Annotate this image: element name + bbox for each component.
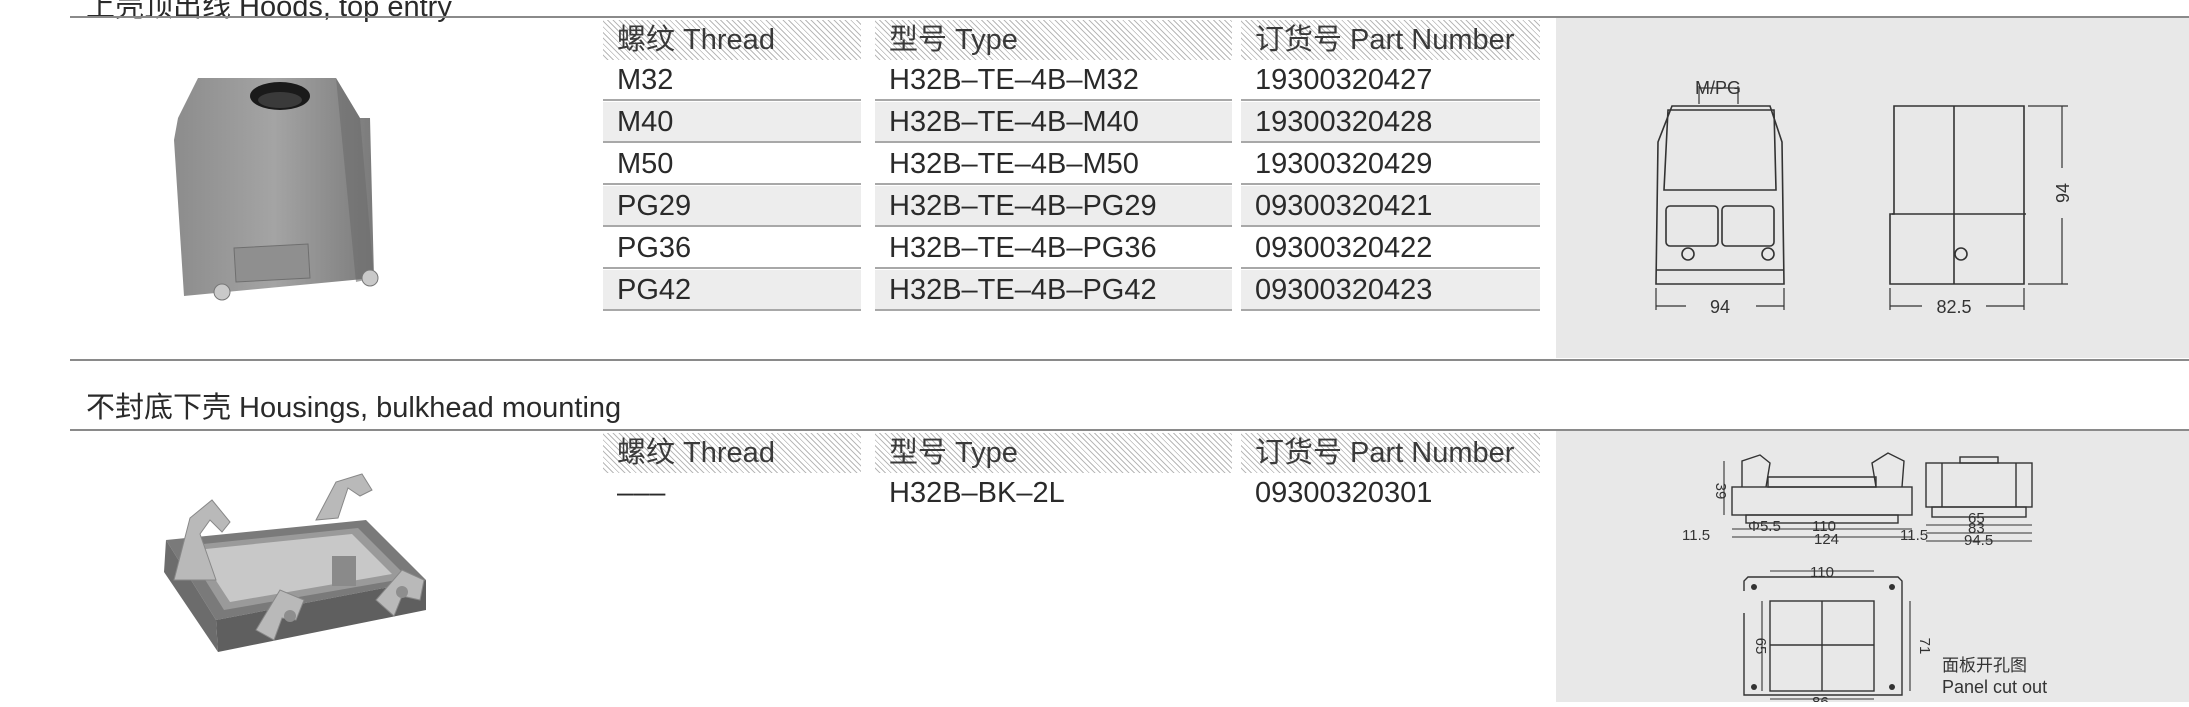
table-cell-thread: M32 bbox=[603, 60, 861, 101]
table-cell-part-number: 09300320422 bbox=[1241, 228, 1540, 269]
product-image-hood bbox=[160, 60, 400, 330]
hood-dimension-drawing: M/PG 94 82.5 94 bbox=[1655, 78, 2073, 317]
dim-depth: 82.5 bbox=[1936, 297, 1971, 317]
dim-11-5-right: 11.5 bbox=[1900, 527, 1928, 544]
column-header-thread: 螺纹 Thread bbox=[603, 20, 861, 60]
dim-86: 86 bbox=[1812, 694, 1829, 702]
table-cell-part-number: 19300320427 bbox=[1241, 60, 1540, 101]
dim-94-5: 94.5 bbox=[1964, 532, 1993, 549]
panel-cutout-label-en: Panel cut out bbox=[1942, 677, 2047, 697]
table-cell-type: H32B–TE–4B–PG36 bbox=[875, 228, 1232, 269]
table-cell-part-number: 19300320428 bbox=[1241, 102, 1540, 143]
table-cell-part-number: 19300320429 bbox=[1241, 144, 1540, 185]
dim-phi-5-5: Φ5.5 bbox=[1748, 518, 1781, 535]
table-cell-thread: PG36 bbox=[603, 228, 861, 269]
panel-cutout-label-cn: 面板开孔图 bbox=[1942, 656, 2027, 675]
dim-mpg: M/PG bbox=[1695, 78, 1741, 98]
table-cell-thread: ––– bbox=[617, 477, 666, 509]
section-divider bbox=[70, 359, 2189, 361]
table-cell-type: H32B–TE–4B–PG42 bbox=[875, 270, 1232, 311]
table-cell-type: H32B–TE–4B–M50 bbox=[875, 144, 1232, 185]
dim-65-cutout: 65 bbox=[1752, 638, 1769, 655]
column-header-thread: 螺纹 Thread bbox=[603, 433, 861, 473]
dim-71: 71 bbox=[1916, 638, 1933, 655]
table-cell-type: H32B–TE–4B–M32 bbox=[875, 60, 1232, 101]
dim-height: 94 bbox=[2053, 183, 2073, 203]
table-cell-thread: M50 bbox=[603, 144, 861, 185]
drawing-panel-bulkhead: 39 11.5 Φ5.5 110 124 11.5 65 83 94.5 110… bbox=[1556, 431, 2189, 707]
column-header-type: 型号 Type bbox=[875, 20, 1232, 60]
dim-110-cutout: 110 bbox=[1810, 564, 1834, 581]
section-title-bulkhead: 不封底下壳 Housings, bulkhead mounting bbox=[86, 392, 622, 424]
bulkhead-dimension-drawing: 39 11.5 Φ5.5 110 124 11.5 65 83 94.5 110… bbox=[1682, 452, 2047, 707]
table-cell-thread: PG42 bbox=[603, 270, 861, 311]
table-cell-type: H32B–TE–4B–M40 bbox=[875, 102, 1232, 143]
column-header-type: 型号 Type bbox=[875, 433, 1232, 473]
dim-39: 39 bbox=[1712, 483, 1729, 500]
table-cell-thread: PG29 bbox=[603, 186, 861, 227]
drawing-panel-hood: M/PG 94 82.5 94 bbox=[1556, 18, 2189, 358]
table-cell-part-number: 09300320421 bbox=[1241, 186, 1540, 227]
column-header-part-number: 订货号 Part Number bbox=[1241, 20, 1540, 60]
product-image-bulkhead-housing bbox=[126, 470, 446, 702]
section-title-hoods: 上壳顶出线 Hoods, top entry bbox=[86, 0, 452, 23]
table-cell-type: H32B–TE–4B–PG29 bbox=[875, 186, 1232, 227]
dim-11-5-left: 11.5 bbox=[1682, 527, 1710, 544]
table-cell-part-number: 09300320301 bbox=[1255, 477, 1433, 509]
dim-width: 94 bbox=[1710, 297, 1730, 317]
column-header-part-number: 订货号 Part Number bbox=[1241, 433, 1540, 473]
dim-124: 124 bbox=[1814, 531, 1839, 548]
table-cell-part-number: 09300320423 bbox=[1241, 270, 1540, 311]
table-cell-type: H32B–BK–2L bbox=[889, 477, 1065, 509]
table-cell-thread: M40 bbox=[603, 102, 861, 143]
